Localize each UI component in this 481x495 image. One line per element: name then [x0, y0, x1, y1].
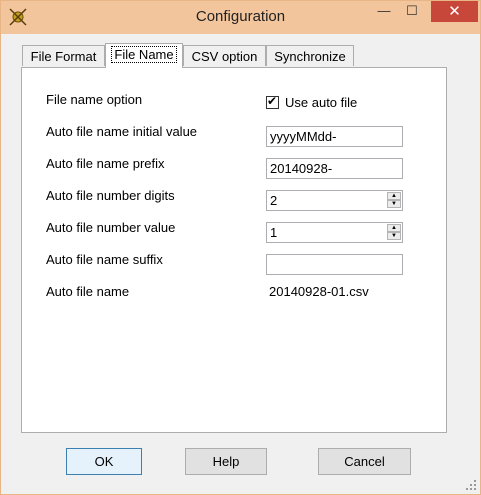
tab-file-format[interactable]: File Format — [22, 45, 105, 66]
tab-label: CSV option — [191, 49, 258, 64]
auto-file-name-value: 20140928-01.csv — [269, 284, 369, 299]
tab-label: Synchronize — [274, 49, 346, 64]
tab-csv-option[interactable]: CSV option — [183, 45, 266, 66]
digits-spinner[interactable]: 2 ▲ ▼ — [266, 190, 403, 211]
initial-value-input[interactable]: yyyyMMdd- — [266, 126, 403, 147]
digits-label: Auto file number digits — [46, 188, 175, 203]
resize-grip-icon[interactable] — [466, 480, 476, 490]
file-name-option-label: File name option — [46, 92, 143, 107]
suffix-label: Auto file name suffix — [46, 252, 163, 267]
spin-up-icon[interactable]: ▲ — [387, 192, 401, 200]
auto-file-name-label: Auto file name — [46, 284, 130, 299]
cancel-button[interactable]: Cancel — [318, 448, 411, 475]
prefix-input[interactable]: 20140928- — [266, 158, 403, 179]
spin-down-icon[interactable]: ▼ — [387, 200, 401, 208]
number-value-label: Auto file number value — [46, 220, 176, 235]
spin-up-icon[interactable]: ▲ — [387, 224, 401, 232]
number-spin-buttons: ▲ ▼ — [387, 224, 401, 241]
ok-button[interactable]: OK — [66, 448, 142, 475]
tab-synchronize[interactable]: Synchronize — [266, 45, 354, 66]
configuration-window: Configuration — ☐ ✕ File Format File Nam… — [0, 0, 481, 495]
prefix-label: Auto file name prefix — [46, 156, 165, 171]
initial-value-label: Auto file name initial value — [46, 124, 198, 139]
suffix-input[interactable] — [266, 254, 403, 275]
title-bar[interactable]: Configuration — ☐ ✕ — [1, 1, 480, 34]
tab-label: File Name — [111, 46, 177, 63]
minimize-button[interactable]: — — [372, 1, 396, 23]
number-value: 1 — [270, 225, 278, 240]
use-auto-file-label[interactable]: Use auto file — [285, 95, 357, 110]
tab-label: File Format — [30, 49, 97, 64]
help-button[interactable]: Help — [185, 448, 267, 475]
spin-down-icon[interactable]: ▼ — [387, 232, 401, 240]
number-value-spinner[interactable]: 1 ▲ ▼ — [266, 222, 403, 243]
digits-value: 2 — [270, 193, 278, 208]
close-button[interactable]: ✕ — [431, 1, 478, 22]
digits-spin-buttons: ▲ ▼ — [387, 192, 401, 209]
maximize-button[interactable]: ☐ — [400, 1, 424, 23]
tab-file-name[interactable]: File Name — [105, 43, 183, 68]
tab-panel-file-name — [21, 67, 447, 433]
use-auto-file-checkbox[interactable] — [266, 94, 279, 109]
